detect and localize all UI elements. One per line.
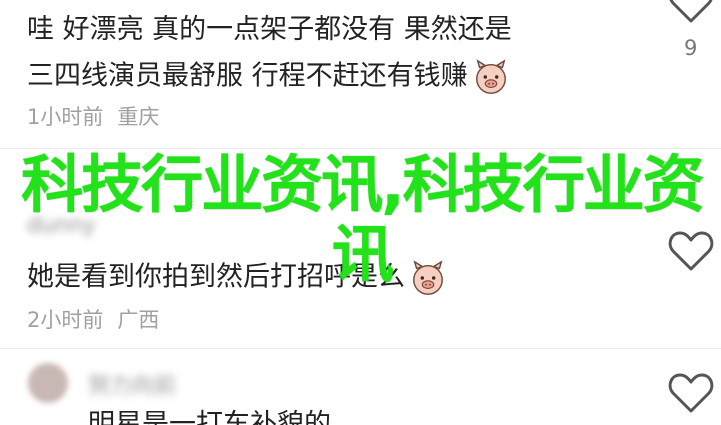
comment-text: 三四线演员最舒服 行程不赶还有钱赚 [27,60,468,92]
like-heart-icon[interactable] [668,372,714,414]
pig-face-emoji-icon [475,59,506,94]
comment-time: 2小时前 [27,308,104,332]
comment-location: 广西 [117,308,160,332]
overlay-title: 科技行业资讯,科技行业资讯 [21,148,705,291]
comment-meta: 2小时前 广西 [27,307,159,333]
comment-username[interactable]: 努力向前 [88,368,176,400]
comment-time: 1小时前 [27,105,104,129]
comment-feed: 9 哇 好漂亮 真的一点架子都没有 果然还是 三四线演员最舒服 行程不赶还有钱赚… [0,0,721,425]
comment-meta: 1小时前 重庆 [27,104,159,130]
comment-text-line-1: 哇 好漂亮 真的一点架子都没有 果然还是 [27,14,512,45]
comment-text-line: 明星是一打车补貌的 [88,409,331,425]
like-count: 9 [684,36,698,60]
comment-text-line-2: 三四线演员最舒服 行程不赶还有钱赚 [27,58,510,96]
avatar[interactable] [28,363,68,403]
comment-location: 重庆 [117,105,160,129]
divider [0,348,721,349]
like-heart-icon[interactable] [668,0,714,24]
